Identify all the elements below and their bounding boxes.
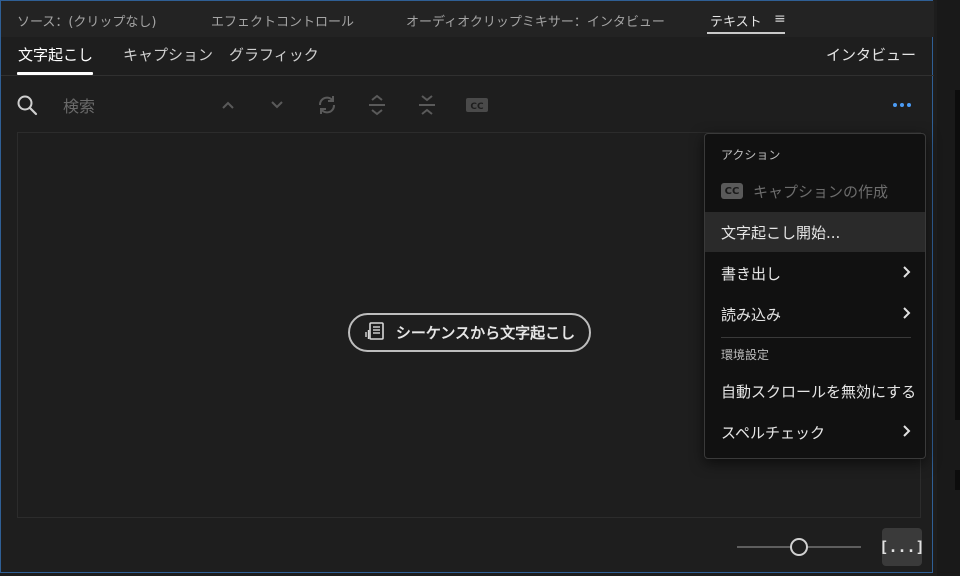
menu-item-export[interactable]: 書き出し [705, 253, 925, 293]
tab-text[interactable]: テキスト [710, 11, 762, 30]
tab-transcript[interactable]: 文字起こし [18, 44, 93, 65]
active-tab-indicator [707, 32, 785, 34]
tab-source[interactable]: ソース：(クリップなし) [17, 11, 157, 30]
chevron-down-icon[interactable] [262, 87, 292, 123]
menu-item-label: 読み込み [721, 305, 782, 324]
header-divider [1, 75, 934, 76]
chevron-right-icon [901, 265, 911, 283]
merge-icon[interactable] [412, 87, 442, 123]
panel-tab-bar: ソース：(クリップなし) エフェクトコントロール オーディオクリップミキサー：イ… [1, 1, 934, 37]
adjacent-scrollbar[interactable] [955, 90, 960, 420]
options-menu: アクション CC キャプションの作成 文字起こし開始... 書き出し 読み込み … [704, 133, 926, 459]
menu-item-disable-autoscroll[interactable]: 自動スクロールを無効にする [705, 371, 925, 411]
menu-item-label: 自動スクロールを無効にする [721, 382, 917, 401]
search-icon[interactable] [12, 87, 42, 123]
text-subtabs: 文字起こし キャプション グラフィック インタビュー [1, 37, 934, 77]
adjacent-scrollbar-lower[interactable] [955, 470, 960, 490]
menu-separator [721, 337, 911, 338]
transcribe-sequence-button[interactable]: シーケンスから文字起こし [348, 313, 591, 352]
tab-audio-clip-mixer[interactable]: オーディオクリップミキサー：インタビュー [406, 11, 665, 30]
menu-item-import[interactable]: 読み込み [705, 294, 925, 334]
chevron-right-icon [901, 424, 911, 442]
menu-item-start-transcription[interactable]: 文字起こし開始... [705, 212, 925, 252]
menu-item-label: キャプションの作成 [753, 182, 889, 201]
chevron-right-icon [901, 306, 911, 324]
menu-item-create-captions: CC キャプションの作成 [705, 171, 925, 211]
tab-effect-controls[interactable]: エフェクトコントロール [211, 11, 354, 30]
tab-graphics[interactable]: グラフィック [229, 44, 319, 65]
menu-item-label: スペルチェック [721, 423, 825, 442]
zoom-slider-thumb[interactable] [790, 538, 808, 556]
menu-item-label: 文字起こし開始... [721, 223, 841, 242]
panel-menu-icon[interactable]: ≡ [774, 11, 786, 27]
tab-captions[interactable]: キャプション [123, 44, 213, 65]
chevron-up-icon[interactable] [213, 87, 243, 123]
menu-item-label: 書き出し [721, 264, 782, 283]
split-icon[interactable] [362, 87, 392, 123]
adjacent-panel-strip [937, 0, 960, 576]
replace-icon[interactable] [312, 87, 342, 123]
speaker-labels-button[interactable]: [...] [879, 528, 925, 566]
sequence-name: インタビュー [825, 46, 916, 64]
transcript-icon [364, 320, 386, 346]
transcribe-sequence-label: シーケンスから文字起こし [395, 324, 576, 342]
menu-header-actions: アクション [721, 148, 781, 162]
footer-bar: [...] [1, 521, 934, 573]
cc-icon: CC [721, 183, 743, 199]
more-options-icon[interactable] [885, 93, 919, 117]
transcript-toolbar: CC [1, 87, 934, 123]
search-input[interactable] [61, 92, 205, 120]
menu-item-spell-check[interactable]: スペルチェック [705, 412, 925, 452]
svg-text:CC: CC [470, 102, 484, 112]
menu-header-preferences: 環境設定 [721, 348, 770, 362]
cc-icon[interactable]: CC [462, 87, 492, 123]
